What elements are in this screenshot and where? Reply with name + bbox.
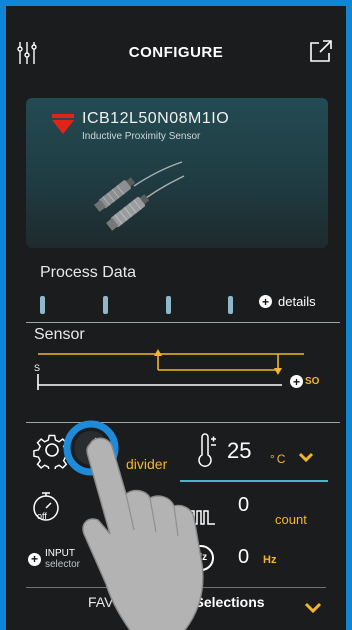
input-selector-button[interactable]: + INPUT selector bbox=[28, 548, 80, 570]
process-data-bit bbox=[166, 296, 171, 314]
divider-label: divider bbox=[126, 456, 168, 472]
details-button[interactable]: + details bbox=[259, 294, 316, 309]
header: CONFIGURE bbox=[6, 6, 346, 96]
timer-off-label: off bbox=[37, 511, 47, 521]
pulse-counter-icon bbox=[187, 510, 215, 525]
sensor-product-image bbox=[94, 161, 185, 231]
divider-line bbox=[26, 587, 326, 588]
app-screen: CONFIGURE ICB12L50N08M1IO Inductive Prox… bbox=[6, 6, 346, 630]
divider-dial[interactable] bbox=[63, 420, 119, 476]
plus-icon: + bbox=[259, 295, 272, 308]
chevron-down-icon[interactable] bbox=[304, 601, 322, 614]
temperature-value: 25 bbox=[227, 438, 252, 463]
so-button[interactable]: + SO bbox=[290, 375, 319, 388]
sensor-title: Sensor bbox=[34, 326, 85, 343]
plus-icon: + bbox=[28, 552, 41, 566]
product-model: ICB12L50N08M1IO bbox=[82, 110, 230, 127]
divider-line bbox=[26, 322, 340, 323]
process-data-bit bbox=[103, 296, 108, 314]
plus-icon: + bbox=[290, 375, 303, 388]
sensor-switching-graph: S bbox=[34, 349, 304, 390]
count-value: 0 bbox=[238, 494, 250, 516]
input-sublabel: selector bbox=[45, 559, 81, 570]
carlo-gavazzi-logo-icon bbox=[52, 114, 74, 134]
temperature-unit: °C bbox=[270, 452, 288, 466]
temperature-underline bbox=[180, 480, 328, 482]
frequency-value: 0 bbox=[238, 546, 250, 568]
s-marker: S bbox=[34, 363, 40, 373]
product-card[interactable]: ICB12L50N08M1IO Inductive Proximity Sens… bbox=[26, 98, 328, 248]
process-data-bit bbox=[40, 296, 45, 314]
process-data-title: Process Data bbox=[40, 264, 137, 281]
product-type: Inductive Proximity Sensor bbox=[82, 131, 201, 142]
count-label: count bbox=[275, 512, 307, 527]
favourite-selections-label[interactable]: FAVOUR Selections bbox=[88, 594, 265, 610]
input-label: INPUT bbox=[45, 548, 75, 559]
frequency-unit: Hz bbox=[263, 554, 277, 566]
process-data-bit bbox=[228, 296, 233, 314]
thermometer-icon bbox=[198, 433, 216, 467]
frequency-icon: Hz bbox=[188, 545, 214, 571]
so-label: SO bbox=[305, 376, 320, 387]
chevron-down-icon[interactable] bbox=[298, 451, 314, 463]
page-title: CONFIGURE bbox=[128, 44, 224, 61]
details-label: details bbox=[278, 294, 316, 309]
external-link-icon[interactable] bbox=[308, 38, 334, 64]
